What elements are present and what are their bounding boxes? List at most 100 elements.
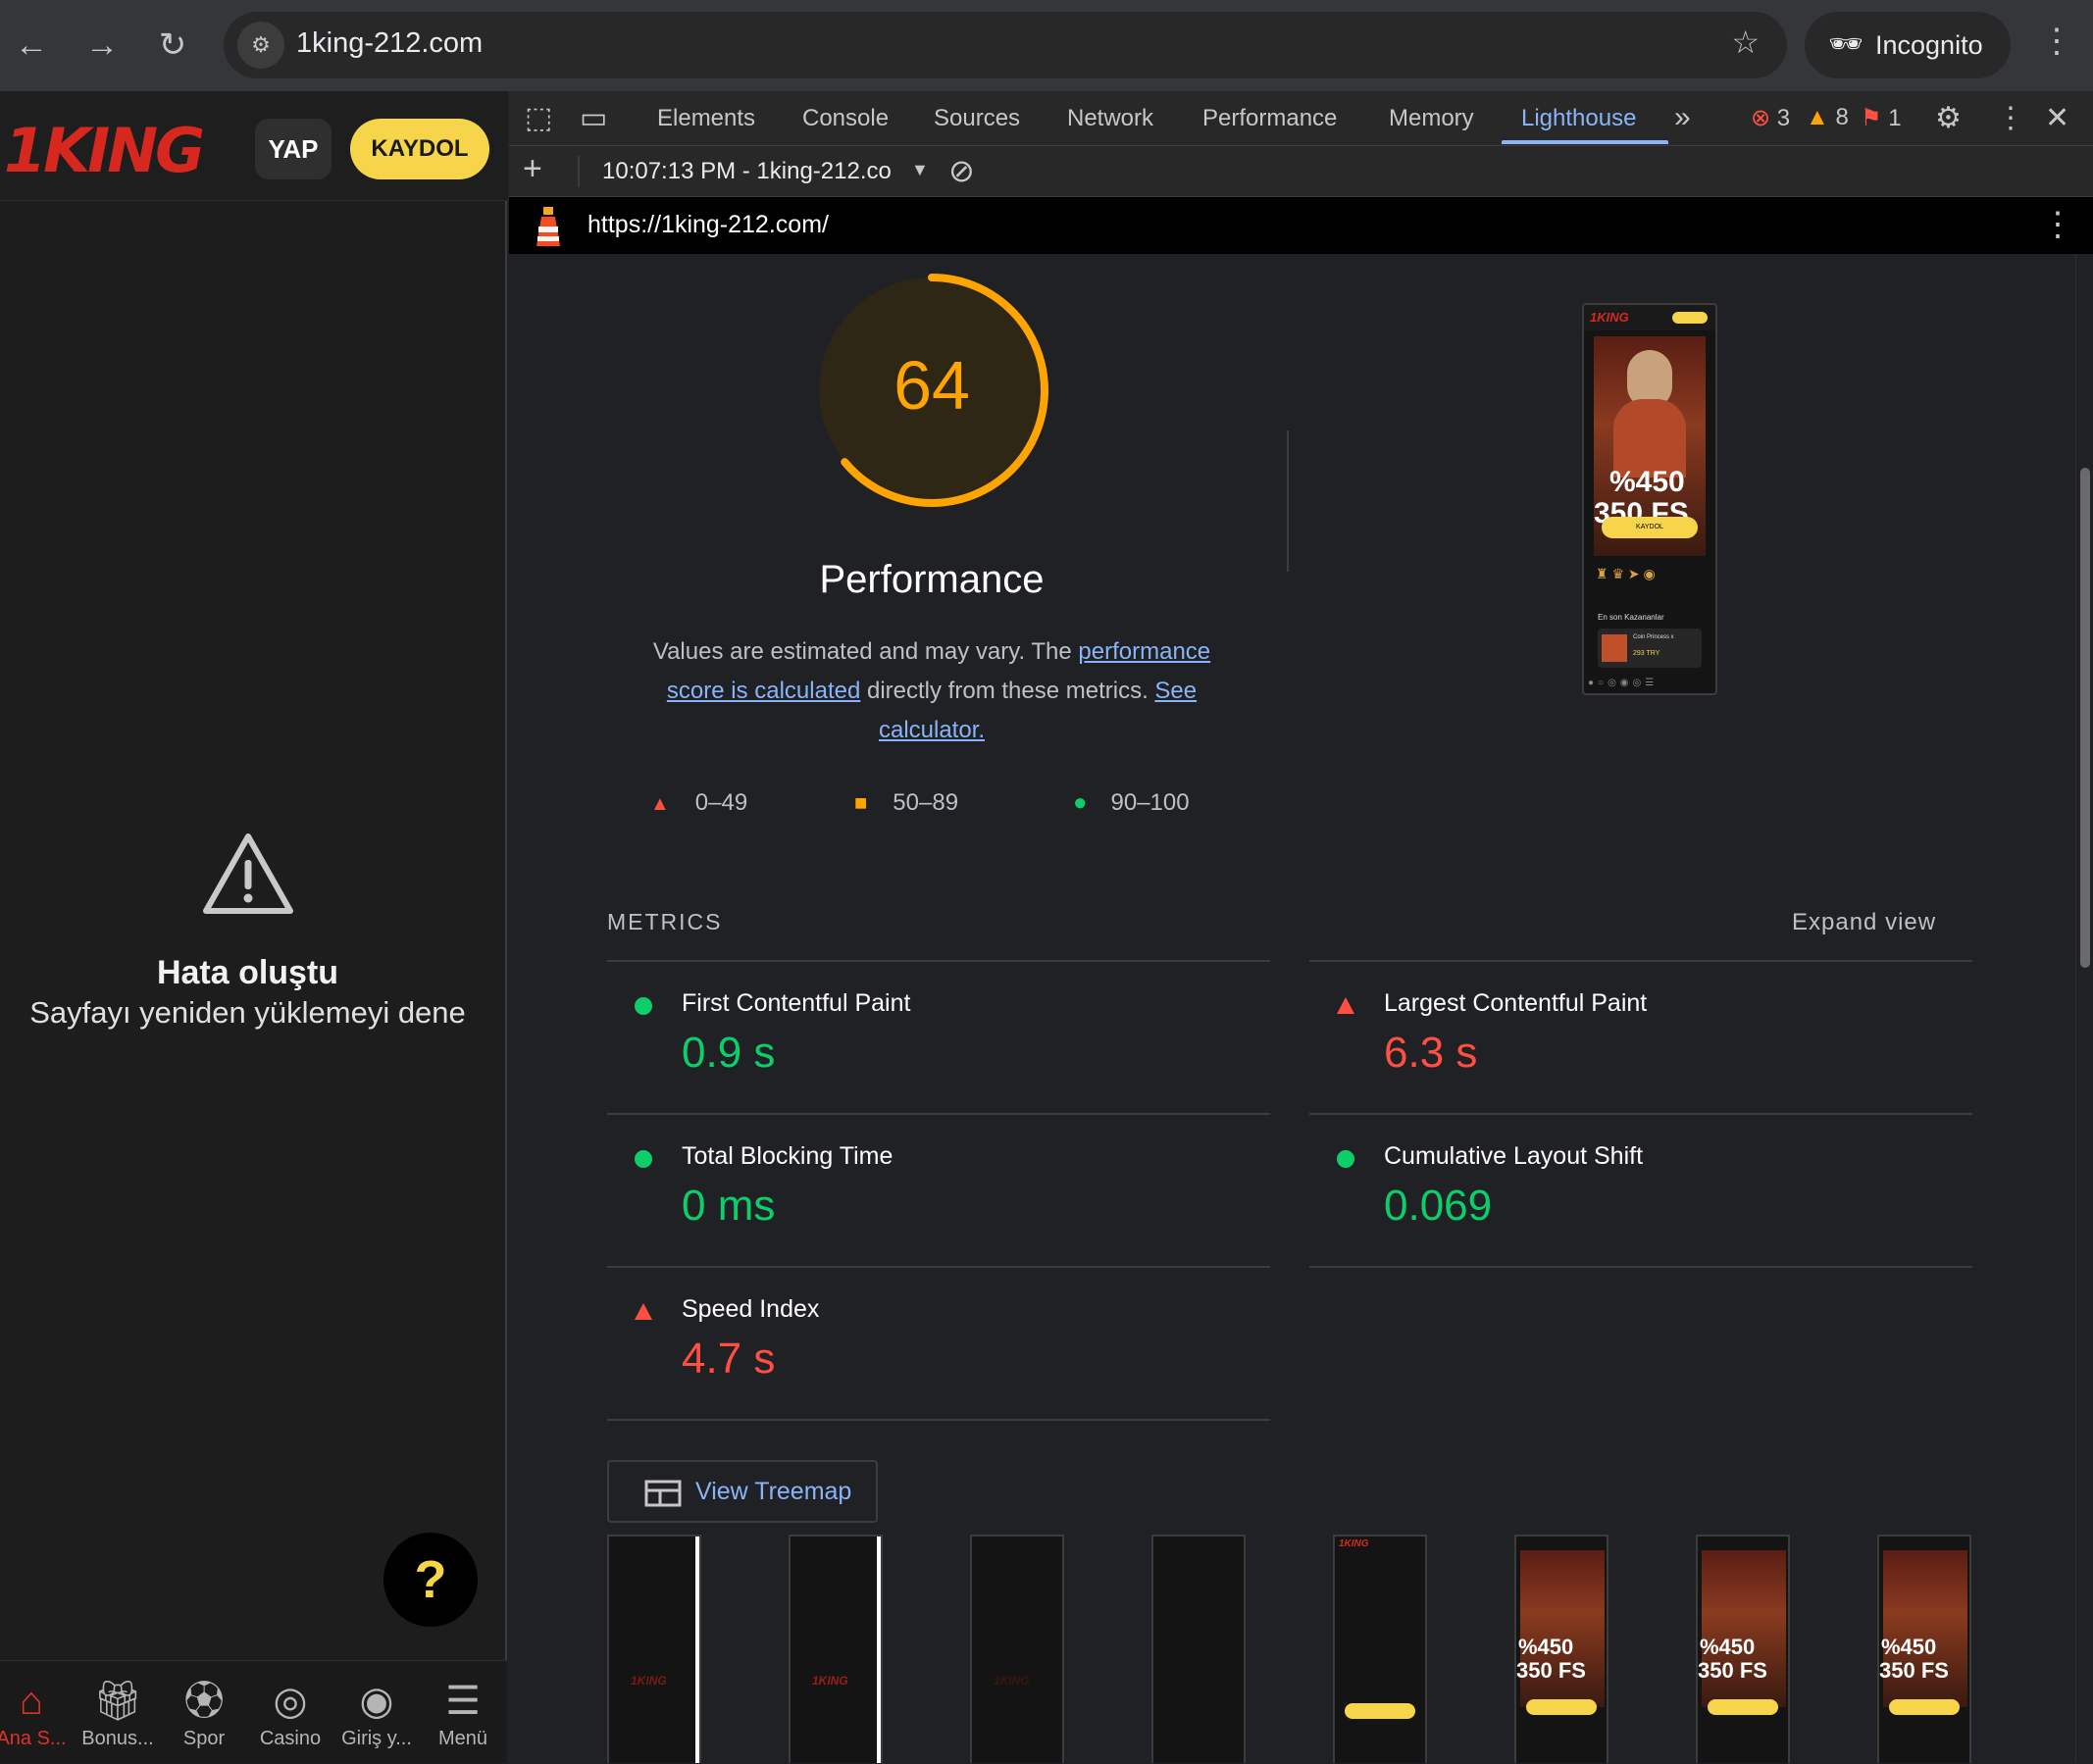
scrollbar-thumb[interactable] <box>2080 468 2090 968</box>
nav-item-login[interactable]: ◉ Giriş y... <box>333 1661 420 1764</box>
view-treemap-button[interactable]: View Treemap <box>607 1460 878 1523</box>
thumb-section: En son Kazananlar <box>1598 613 1664 622</box>
nav-item-home[interactable]: ⌂ Ana S... <box>0 1661 75 1764</box>
legend-range: 90–100 <box>1110 789 1190 816</box>
warnings-badge[interactable]: ▲ 8 <box>1806 104 1849 131</box>
tab-console[interactable]: Console <box>802 105 889 132</box>
kaydol-button[interactable]: KAYDOL <box>350 119 489 179</box>
address-url[interactable]: 1king-212.com <box>296 27 483 60</box>
help-button[interactable]: ? <box>383 1533 478 1627</box>
more-tabs-chevron-icon[interactable]: » <box>1674 101 1691 134</box>
pass-circle-icon <box>635 1150 652 1168</box>
frame-banner <box>1520 1550 1605 1707</box>
filmstrip-frame: 1KING <box>1333 1535 1427 1763</box>
frame-cta <box>1526 1699 1597 1715</box>
hamburger-icon: ☰ <box>445 1680 481 1723</box>
issues-count: 1 <box>1888 105 1902 131</box>
filmstrip-frame: 1KING <box>970 1535 1064 1763</box>
address-bar[interactable]: ⚙ 1king-212.com ☆ <box>224 12 1787 78</box>
devtools-menu-icon[interactable]: ⋮ <box>1996 101 2025 135</box>
home-icon: ⌂ <box>19 1680 44 1723</box>
nav-label: Ana S... <box>0 1728 67 1749</box>
green-circle-icon: ● <box>1073 789 1088 816</box>
nav-label: Bonus... <box>81 1728 154 1749</box>
metric-value: 6.3 s <box>1384 1029 1478 1077</box>
frame-cta <box>1708 1699 1778 1715</box>
metric-name: Speed Index <box>682 1295 820 1323</box>
nav-item-casino[interactable]: ◎ Casino <box>247 1661 333 1764</box>
user-circle-icon: ◉ <box>359 1680 394 1723</box>
filmstrip-frame: %450 350 FS <box>1696 1535 1790 1763</box>
pass-circle-icon <box>635 997 652 1015</box>
score-description: Values are estimated and may vary. The p… <box>623 632 1241 750</box>
site-logo[interactable]: 1KING <box>4 115 205 186</box>
filmstrip-frame: 1KING <box>607 1535 701 1763</box>
tab-network[interactable]: Network <box>1067 105 1153 132</box>
expand-view-toggle[interactable]: Expand view <box>1792 909 1936 936</box>
reload-icon[interactable]: ↻ <box>149 22 196 69</box>
nav-label: Casino <box>259 1728 322 1749</box>
tab-lighthouse[interactable]: Lighthouse <box>1521 105 1636 132</box>
gift-icon: 🎁︎ <box>92 1680 143 1723</box>
frame-logo: 1KING <box>812 1674 848 1688</box>
metric-value: 0 ms <box>682 1182 776 1230</box>
bottom-nav: ⌂ Ana S... 🎁︎ Bonus... ⚽︎ Spor ◎ Casino … <box>0 1660 507 1763</box>
frame-promo2: 350 FS <box>1879 1658 1949 1683</box>
pass-circle-icon <box>1337 1150 1354 1168</box>
tab-sources[interactable]: Sources <box>934 105 1020 132</box>
metric-tbt: Total Blocking Time 0 ms <box>607 1113 1270 1266</box>
tab-memory[interactable]: Memory <box>1389 105 1474 132</box>
report-scrollbar[interactable] <box>2075 254 2093 1763</box>
thumb-cta: KAYDOL <box>1602 517 1698 538</box>
error-icon: ⊗ <box>1751 105 1771 131</box>
clear-reports-icon[interactable]: ⊘ <box>948 152 975 189</box>
site-viewport: 1KING YAP KAYDOL Hata oluştu Sayfayı yen… <box>0 91 507 1763</box>
desc-text: Values are estimated and may vary. The <box>652 638 1079 665</box>
warnings-count: 8 <box>1835 104 1849 130</box>
frame-promo1: %450 <box>1881 1635 1937 1659</box>
dropdown-caret-icon[interactable]: ▼ <box>911 160 929 180</box>
final-screenshot[interactable]: 1KING %450 350 FS KAYDOL ♜ ♛ ➤ ◉ En son … <box>1582 303 1717 695</box>
devtools-panel: ⬚ ▭ Elements Console Sources Network Per… <box>509 91 2093 1763</box>
frame-logo: 1KING <box>1339 1538 1369 1549</box>
report-select[interactable]: 10:07:13 PM - 1king-212.co <box>602 158 892 185</box>
frame-logo: 1KING <box>994 1674 1030 1688</box>
forward-arrow-icon[interactable]: → <box>78 22 126 69</box>
settings-gear-icon[interactable]: ⚙ <box>1935 101 1962 135</box>
legend-range: 0–49 <box>694 789 748 816</box>
error-subtitle: Sayfayı yeniden yüklemeyi dene <box>29 995 466 1030</box>
yap-button[interactable]: YAP <box>255 119 332 179</box>
close-devtools-icon[interactable]: ✕ <box>2045 101 2069 135</box>
tab-performance[interactable]: Performance <box>1202 105 1337 132</box>
inspect-element-icon[interactable]: ⬚ <box>525 101 552 135</box>
performance-score: 64 <box>893 347 970 424</box>
back-arrow-icon[interactable]: ← <box>8 22 55 69</box>
nav-item-bonus[interactable]: 🎁︎ Bonus... <box>75 1661 161 1764</box>
browser-toolbar: ← → ↻ ⚙ 1king-212.com ☆ 🕶 Incognito ⋮ <box>0 0 2093 91</box>
frame-scroll-edge <box>695 1537 699 1763</box>
metric-lcp: Largest Contentful Paint 6.3 s <box>1309 960 1972 1113</box>
incognito-button[interactable]: 🕶 Incognito <box>1805 12 2011 78</box>
filmstrip-frame <box>1151 1535 1246 1763</box>
device-toolbar-icon[interactable]: ▭ <box>580 101 607 135</box>
errors-badge[interactable]: ⊗ 3 <box>1751 104 1790 132</box>
report-url[interactable]: https://1king-212.com/ <box>587 211 829 239</box>
frame-banner <box>1883 1550 1967 1707</box>
errors-count: 3 <box>1776 105 1791 131</box>
treemap-icon <box>644 1480 682 1507</box>
new-report-plus-icon[interactable]: + <box>523 150 542 188</box>
promo-line1: %450 <box>1609 466 1685 498</box>
issues-badge[interactable]: ⚑ 1 <box>1861 104 1902 132</box>
site-header: 1KING YAP KAYDOL <box>0 91 507 201</box>
site-info-icon[interactable]: ⚙ <box>237 22 284 69</box>
nav-item-spor[interactable]: ⚽︎ Spor <box>161 1661 247 1764</box>
devtools-tabbar: ⬚ ▭ Elements Console Sources Network Per… <box>509 91 2093 146</box>
header-divider <box>1287 430 1289 572</box>
nav-item-menu[interactable]: ☰ Menü <box>420 1661 506 1764</box>
report-menu-icon[interactable]: ⋮ <box>2041 205 2074 244</box>
tab-elements[interactable]: Elements <box>657 105 755 132</box>
legend-average: ■ 50–89 <box>854 789 958 817</box>
browser-menu-icon[interactable]: ⋮ <box>2040 22 2073 61</box>
metric-si: Speed Index 4.7 s <box>607 1266 1270 1419</box>
bookmark-star-icon[interactable]: ☆ <box>1731 24 1760 61</box>
